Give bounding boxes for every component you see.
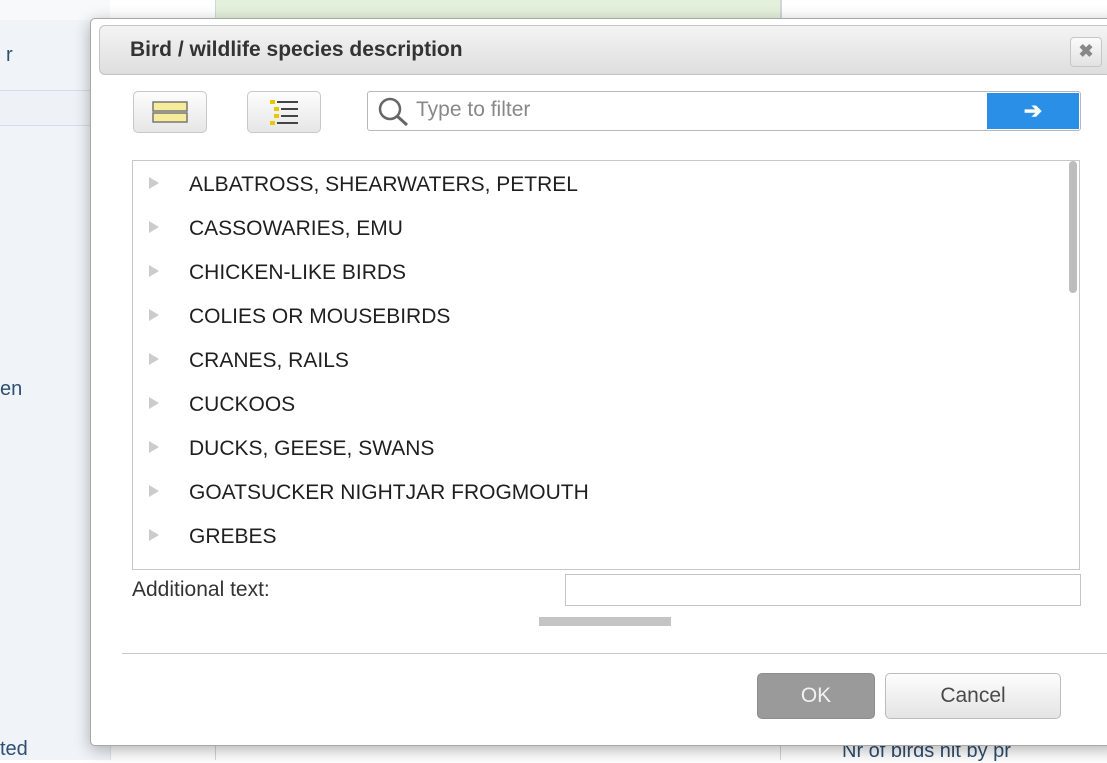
additional-text-label: Additional text: bbox=[132, 578, 270, 601]
close-icon: ✖ bbox=[1078, 41, 1094, 61]
tree-item-label: CHICKEN-LIKE BIRDS bbox=[189, 261, 407, 284]
tree-item[interactable]: CASSOWARIES, EMU bbox=[133, 209, 1063, 251]
flat-view-button[interactable] bbox=[133, 91, 207, 133]
expand-arrow-icon[interactable] bbox=[149, 441, 159, 453]
tree-item[interactable]: COLIES OR MOUSEBIRDS bbox=[133, 297, 1063, 339]
tree-item-label: CRANES, RAILS bbox=[189, 349, 349, 372]
tree-item[interactable]: CRANES, RAILS bbox=[133, 341, 1063, 383]
cancel-button[interactable]: Cancel bbox=[885, 673, 1061, 719]
close-button[interactable]: ✖ bbox=[1070, 37, 1102, 67]
tree-item[interactable]: GOATSUCKER NIGHTJAR FROGMOUTH bbox=[133, 473, 1063, 515]
bg-fragment-en: en bbox=[0, 378, 23, 400]
tree-item-label: GREBES bbox=[189, 525, 277, 548]
ok-button[interactable]: OK bbox=[757, 673, 875, 719]
species-tree[interactable]: ALBATROSS, SHEARWATERS, PETREL CASSOWARI… bbox=[132, 160, 1080, 570]
tree-item-label: CUCKOOS bbox=[189, 393, 296, 416]
bg-fragment-ted: ted bbox=[0, 738, 28, 760]
tree-item-label: COLIES OR MOUSEBIRDS bbox=[189, 305, 451, 328]
search-icon bbox=[378, 97, 409, 127]
tree-item[interactable]: ALBATROSS, SHEARWATERS, PETREL bbox=[133, 165, 1063, 207]
footer-divider bbox=[122, 653, 1107, 654]
tree-item-label: ALBATROSS, SHEARWATERS, PETREL bbox=[189, 173, 578, 196]
tree-item[interactable]: CUCKOOS bbox=[133, 385, 1063, 427]
tree-item[interactable]: DUCKS, GEESE, SWANS bbox=[133, 429, 1063, 471]
expand-arrow-icon[interactable] bbox=[149, 221, 159, 233]
resize-handle[interactable] bbox=[539, 617, 671, 626]
tree-scrollbar[interactable] bbox=[1069, 161, 1077, 293]
expand-arrow-icon[interactable] bbox=[149, 529, 159, 541]
bg-left-header bbox=[0, 0, 110, 20]
tree-item[interactable]: CHICKEN-LIKE BIRDS bbox=[133, 253, 1063, 295]
species-dialog: Bird / wildlife species description ✖ Ty… bbox=[90, 18, 1107, 746]
search-input[interactable] bbox=[416, 95, 976, 125]
search-field[interactable] bbox=[367, 91, 1081, 131]
dialog-titlebar[interactable]: Bird / wildlife species description ✖ bbox=[99, 25, 1107, 75]
arrow-right-icon: ➔ bbox=[1023, 98, 1043, 123]
tree-item-label: CASSOWARIES, EMU bbox=[189, 217, 403, 240]
expand-arrow-icon[interactable] bbox=[149, 485, 159, 497]
dialog-title: Bird / wildlife species description bbox=[130, 38, 463, 61]
tree-item[interactable]: GREBES bbox=[133, 517, 1063, 559]
bg-top-cell bbox=[215, 0, 782, 20]
search-go-button[interactable]: ➔ bbox=[987, 93, 1079, 129]
expand-arrow-icon[interactable] bbox=[149, 397, 159, 409]
additional-text-input[interactable] bbox=[565, 574, 1081, 606]
tree-list-icon bbox=[270, 100, 298, 125]
expand-arrow-icon[interactable] bbox=[149, 353, 159, 365]
tree-item-label: GOATSUCKER NIGHTJAR FROGMOUTH bbox=[189, 481, 589, 504]
tree-item-label: DUCKS, GEESE, SWANS bbox=[189, 437, 435, 460]
tree-view-button[interactable] bbox=[247, 91, 321, 133]
expand-arrow-icon[interactable] bbox=[149, 265, 159, 277]
expand-arrow-icon[interactable] bbox=[149, 177, 159, 189]
expand-arrow-icon[interactable] bbox=[149, 309, 159, 321]
flat-list-icon bbox=[152, 101, 188, 123]
bg-fragment-r: r bbox=[6, 44, 13, 66]
